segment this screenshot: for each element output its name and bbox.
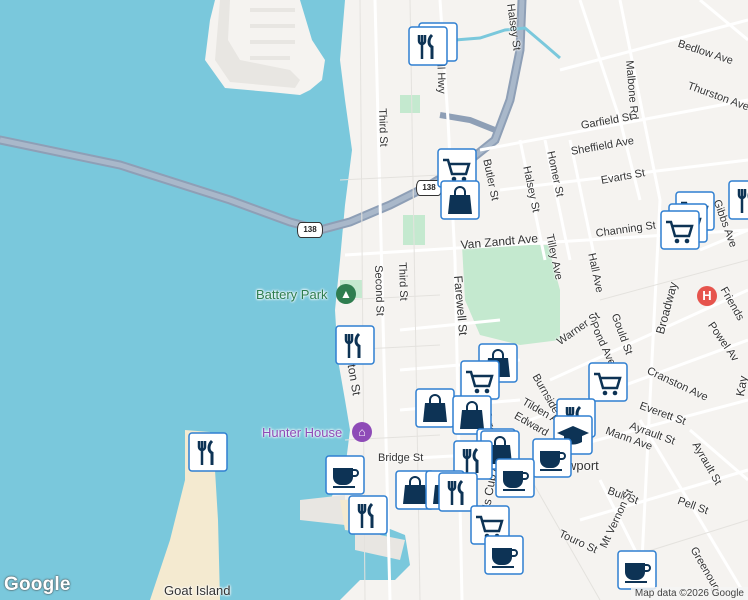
poi-battery-park[interactable]: Battery Park bbox=[256, 287, 328, 302]
park-icon: ▲ bbox=[336, 284, 356, 304]
map-marker-coffee[interactable] bbox=[532, 438, 572, 478]
map-marker-shopping-cart[interactable] bbox=[460, 360, 500, 400]
street-label: Second St bbox=[372, 265, 386, 317]
street-label: Third St bbox=[376, 108, 390, 147]
map-marker-shopping-cart[interactable] bbox=[588, 362, 628, 402]
street-label: Kay bbox=[733, 374, 748, 398]
poi-hunter-house[interactable]: Hunter House bbox=[262, 425, 342, 440]
map-marker-coffee[interactable] bbox=[325, 455, 365, 495]
street-label: Third St bbox=[396, 262, 410, 301]
map-marker-restaurant[interactable] bbox=[728, 180, 748, 220]
google-logo: Google bbox=[4, 574, 71, 595]
map-marker-shopping-bag[interactable] bbox=[440, 180, 480, 220]
map-marker-restaurant[interactable] bbox=[335, 325, 375, 365]
map-marker-shopping-bag[interactable] bbox=[415, 388, 455, 428]
map-canvas[interactable]: Bedlow Ave Thurston Ave Malbone Rd Halse… bbox=[0, 0, 748, 600]
map-attribution: Map data ©2026 Google bbox=[630, 587, 748, 600]
hospital-icon[interactable]: H bbox=[697, 286, 717, 306]
map-marker-coffee[interactable] bbox=[484, 535, 524, 575]
street-label: Bridge St bbox=[378, 452, 424, 464]
map-marker-restaurant[interactable] bbox=[188, 432, 228, 472]
map-marker-shopping-cart[interactable] bbox=[660, 210, 700, 250]
map-marker-restaurant[interactable] bbox=[408, 26, 448, 66]
map-marker-restaurant[interactable] bbox=[348, 495, 388, 535]
map-marker-coffee[interactable] bbox=[617, 550, 657, 590]
route-shield: 138 bbox=[297, 222, 323, 238]
museum-icon: ⌂ bbox=[352, 422, 372, 442]
map-marker-coffee[interactable] bbox=[495, 458, 535, 498]
poi-goat-island: Goat Island bbox=[164, 583, 231, 598]
